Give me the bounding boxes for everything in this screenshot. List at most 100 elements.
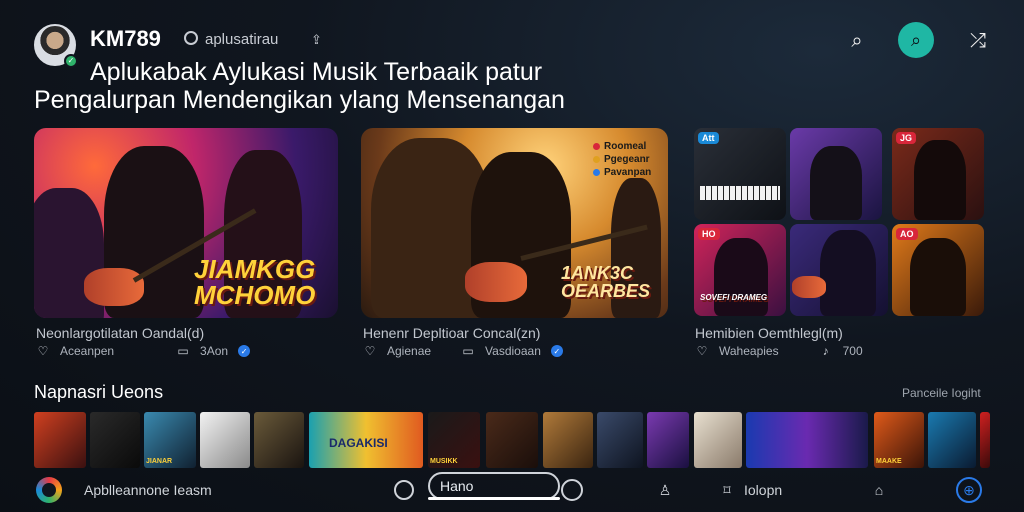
- chip-line-3: Pavanpan: [604, 167, 652, 178]
- heart-icon[interactable]: ♡: [363, 344, 377, 358]
- nav-home-label: Apblleannone Ieasm: [84, 482, 212, 498]
- thumbnail[interactable]: [200, 412, 250, 468]
- tile-badge: Att: [698, 132, 719, 144]
- thumbnail[interactable]: [647, 412, 689, 468]
- thumbnail[interactable]: JIANAR: [144, 412, 196, 468]
- card-2-title[interactable]: Henenr Depltioar Concal(zn): [363, 325, 540, 341]
- musician-image: [810, 146, 862, 220]
- bookmark-icon: ⌑: [723, 481, 731, 498]
- grid-tile-guitar-player[interactable]: [790, 224, 888, 316]
- active-indicator: [428, 497, 560, 500]
- at-icon: [184, 31, 198, 45]
- thumbnail[interactable]: MAAKE: [874, 412, 924, 468]
- comment-icon[interactable]: ▭: [461, 344, 475, 358]
- card-overlay-title: 1ANK3C OEARBES: [561, 263, 651, 301]
- tile-badge: AO: [896, 228, 918, 240]
- thumbnail[interactable]: [90, 412, 140, 468]
- card-3-meta: ♡ Waheapies ♪ 700: [695, 344, 863, 358]
- piano-keys-image: [700, 186, 780, 200]
- card-1-meta: ♡ Aceanpen ▭ 3Aon ✓: [36, 344, 251, 358]
- featured-card-2[interactable]: Roomeal Pgegeanr Pavanpan 1ANK3C OEARBES: [361, 128, 668, 318]
- thumbnail[interactable]: [34, 412, 86, 468]
- heart-icon[interactable]: ♡: [36, 344, 50, 358]
- nav-notifications[interactable]: ⌂: [868, 475, 890, 505]
- bottom-navbar: Apblleannone Ieasm Hano ♙ ⌑ Iolopn ⌂ ⊕: [0, 470, 1024, 512]
- thumbnail[interactable]: [254, 412, 304, 468]
- section-title: Napnasri Ueons: [34, 382, 164, 402]
- blue-dot-icon: [593, 168, 600, 176]
- guitar-image: [465, 262, 527, 302]
- tile-badge: JG: [896, 132, 917, 144]
- thumbnail[interactable]: [746, 412, 868, 468]
- yellow-dot-icon: [593, 155, 600, 163]
- card-1-title[interactable]: Neonlargotilatan Oandal(d): [36, 325, 204, 341]
- grid-tile-hat-player[interactable]: AO: [892, 224, 984, 316]
- tile-label: SOVEFI DRAMEG: [700, 293, 768, 302]
- nav-home[interactable]: Apblleannone Ieasm: [36, 475, 212, 505]
- verified-icon: ✓: [238, 345, 251, 357]
- ring-icon: [561, 479, 583, 501]
- nav-ring[interactable]: [561, 475, 583, 505]
- card-3-meta-right: 700: [842, 344, 863, 358]
- card-3-meta-left: Waheapies: [719, 344, 779, 358]
- username[interactable]: KM789: [90, 26, 161, 52]
- discover-icon[interactable]: ⌕: [898, 22, 934, 58]
- musician-image: [914, 140, 966, 220]
- musician-image: [910, 238, 966, 316]
- thumbnail[interactable]: [928, 412, 976, 468]
- thumbnail[interactable]: [980, 412, 990, 468]
- card-2-meta-right: Vasdioaan: [485, 344, 541, 358]
- online-badge-icon: ✓: [64, 54, 78, 68]
- thumbnail-strip: JIANAR DAGAKISI MUSIKK MAAKE: [34, 412, 990, 468]
- chip-line-1: Roomeal: [604, 141, 647, 152]
- nav-search-pill[interactable]: Hano: [428, 472, 560, 500]
- musician-image: [714, 238, 768, 316]
- shuffle-icon[interactable]: ⤮: [961, 24, 995, 58]
- section-see-all-link[interactable]: Panceile Iogiht: [902, 386, 981, 400]
- musician-image: [820, 230, 876, 316]
- share-icon[interactable]: ⇪: [311, 32, 322, 48]
- nav-library[interactable]: ⌑ Iolopn: [716, 475, 782, 505]
- nav-search-label: Hano: [440, 478, 474, 494]
- grid-tile-singer[interactable]: JG: [892, 128, 984, 220]
- card-2-meta: ♡ Agienae ▭ Vasdioaan ✓: [363, 344, 563, 358]
- card-1-meta-right: 3Aon: [200, 344, 229, 358]
- search-icon[interactable]: ⌕: [840, 24, 874, 58]
- thumbnail[interactable]: [694, 412, 742, 468]
- app-logo-icon: [36, 477, 62, 503]
- thumbnail[interactable]: [597, 412, 643, 468]
- card-3-title[interactable]: Hemibien Oemthlegl(m): [695, 325, 843, 341]
- nav-compass[interactable]: [394, 475, 414, 505]
- thumbnail[interactable]: DAGAKISI: [309, 412, 423, 468]
- red-dot-icon: [593, 142, 600, 150]
- featured-card-1[interactable]: JIAMKGG MCHOMO: [34, 128, 338, 318]
- nav-library-label: Iolopn: [744, 482, 783, 498]
- thumbnail[interactable]: [486, 412, 538, 468]
- mic-icon[interactable]: ♪: [819, 344, 833, 358]
- verified-icon: ✓: [550, 345, 563, 357]
- guitar-image: [792, 276, 826, 298]
- grid-tile-drummer[interactable]: HO SOVEFI DRAMEG: [694, 224, 786, 316]
- nav-profile[interactable]: ♙: [654, 475, 676, 505]
- compass-icon: [394, 480, 414, 500]
- comment-icon[interactable]: ▭: [176, 344, 190, 358]
- thumbnail[interactable]: MUSIKK: [428, 412, 480, 468]
- chip-line-2: Pgegeanr: [604, 154, 650, 165]
- headline-line-1: Aplukabak Aylukasi Musik Terbaaik patur: [90, 58, 543, 86]
- featured-card-3[interactable]: Att JG HO SOVEFI DRAMEG AO: [694, 128, 988, 318]
- heart-icon[interactable]: ♡: [695, 344, 709, 358]
- nav-globe[interactable]: ⊕: [956, 475, 982, 505]
- thumbnail[interactable]: [543, 412, 593, 468]
- card-2-meta-left: Agienae: [387, 344, 432, 358]
- tagline: aplusatirau: [205, 31, 279, 48]
- grid-tile-guitarist[interactable]: [790, 128, 882, 220]
- card-overlay-title: JIAMKGG MCHOMO: [194, 254, 316, 310]
- globe-icon: ⊕: [956, 477, 982, 503]
- profile-icon: ♙: [658, 481, 672, 498]
- guitar-image: [84, 268, 144, 306]
- card-1-meta-left: Aceanpen: [60, 344, 115, 358]
- tile-badge: HO: [698, 228, 720, 240]
- card-chip: Roomeal Pgegeanr Pavanpan: [593, 140, 651, 179]
- notification-icon: ⌂: [874, 482, 884, 498]
- grid-tile-keyboard[interactable]: Att: [694, 128, 786, 220]
